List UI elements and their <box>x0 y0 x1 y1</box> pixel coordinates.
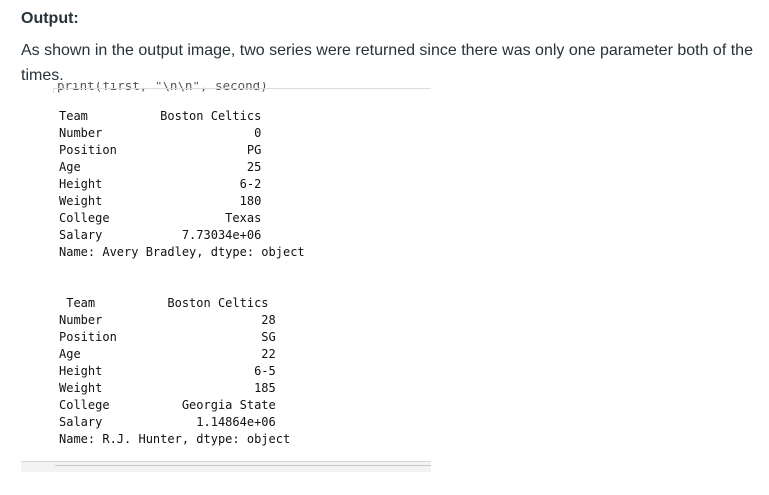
output-screenshot: print(first, "\n\n", second) Team Boston… <box>21 82 431 472</box>
cell-top-border <box>53 88 431 89</box>
cell-side-border <box>53 88 54 93</box>
next-cell-edge <box>21 461 431 472</box>
series-output-2: Team Boston Celtics Number 28 Position S… <box>59 296 291 446</box>
next-cell-border <box>55 465 431 466</box>
description-paragraph: As shown in the output image, two series… <box>21 42 753 84</box>
series-output-1: Team Boston Celtics Number 0 Position PG… <box>59 109 305 259</box>
output-heading: Output: <box>21 10 79 27</box>
